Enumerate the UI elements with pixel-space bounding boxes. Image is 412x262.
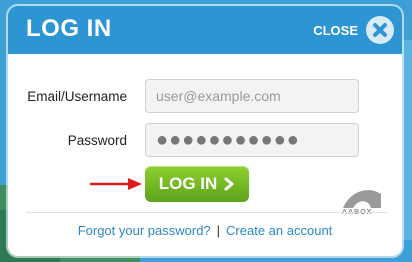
modal-header: LOG IN CLOSE: [8, 6, 402, 54]
close-icon[interactable]: [366, 16, 394, 44]
email-label: Email/Username: [27, 89, 127, 104]
login-button[interactable]: LOG IN: [145, 166, 249, 202]
footer-separator: |: [216, 223, 221, 238]
red-arrow-icon: [90, 178, 142, 190]
footer-links: Forgot your password? | Create an account: [8, 223, 402, 238]
login-modal: LOG IN CLOSE Email/Username Password ●●●…: [8, 6, 402, 256]
login-button-label: LOG IN: [158, 174, 218, 193]
divider: [26, 212, 388, 213]
modal-title: LOG IN: [26, 15, 112, 42]
create-account-link[interactable]: Create an account: [226, 223, 332, 238]
email-row: Email/Username: [8, 79, 402, 115]
close-button[interactable]: CLOSE: [313, 16, 394, 44]
password-label: Password: [67, 133, 127, 148]
password-row: Password ●●●●●●●●●●●: [8, 123, 402, 159]
password-field[interactable]: ●●●●●●●●●●●: [145, 123, 359, 157]
email-field[interactable]: [145, 79, 359, 113]
forgot-password-link[interactable]: Forgot your password?: [78, 223, 211, 238]
close-label: CLOSE: [313, 22, 358, 38]
chevron-right-icon: [224, 177, 234, 191]
aabox-logo-icon: [343, 190, 381, 208]
